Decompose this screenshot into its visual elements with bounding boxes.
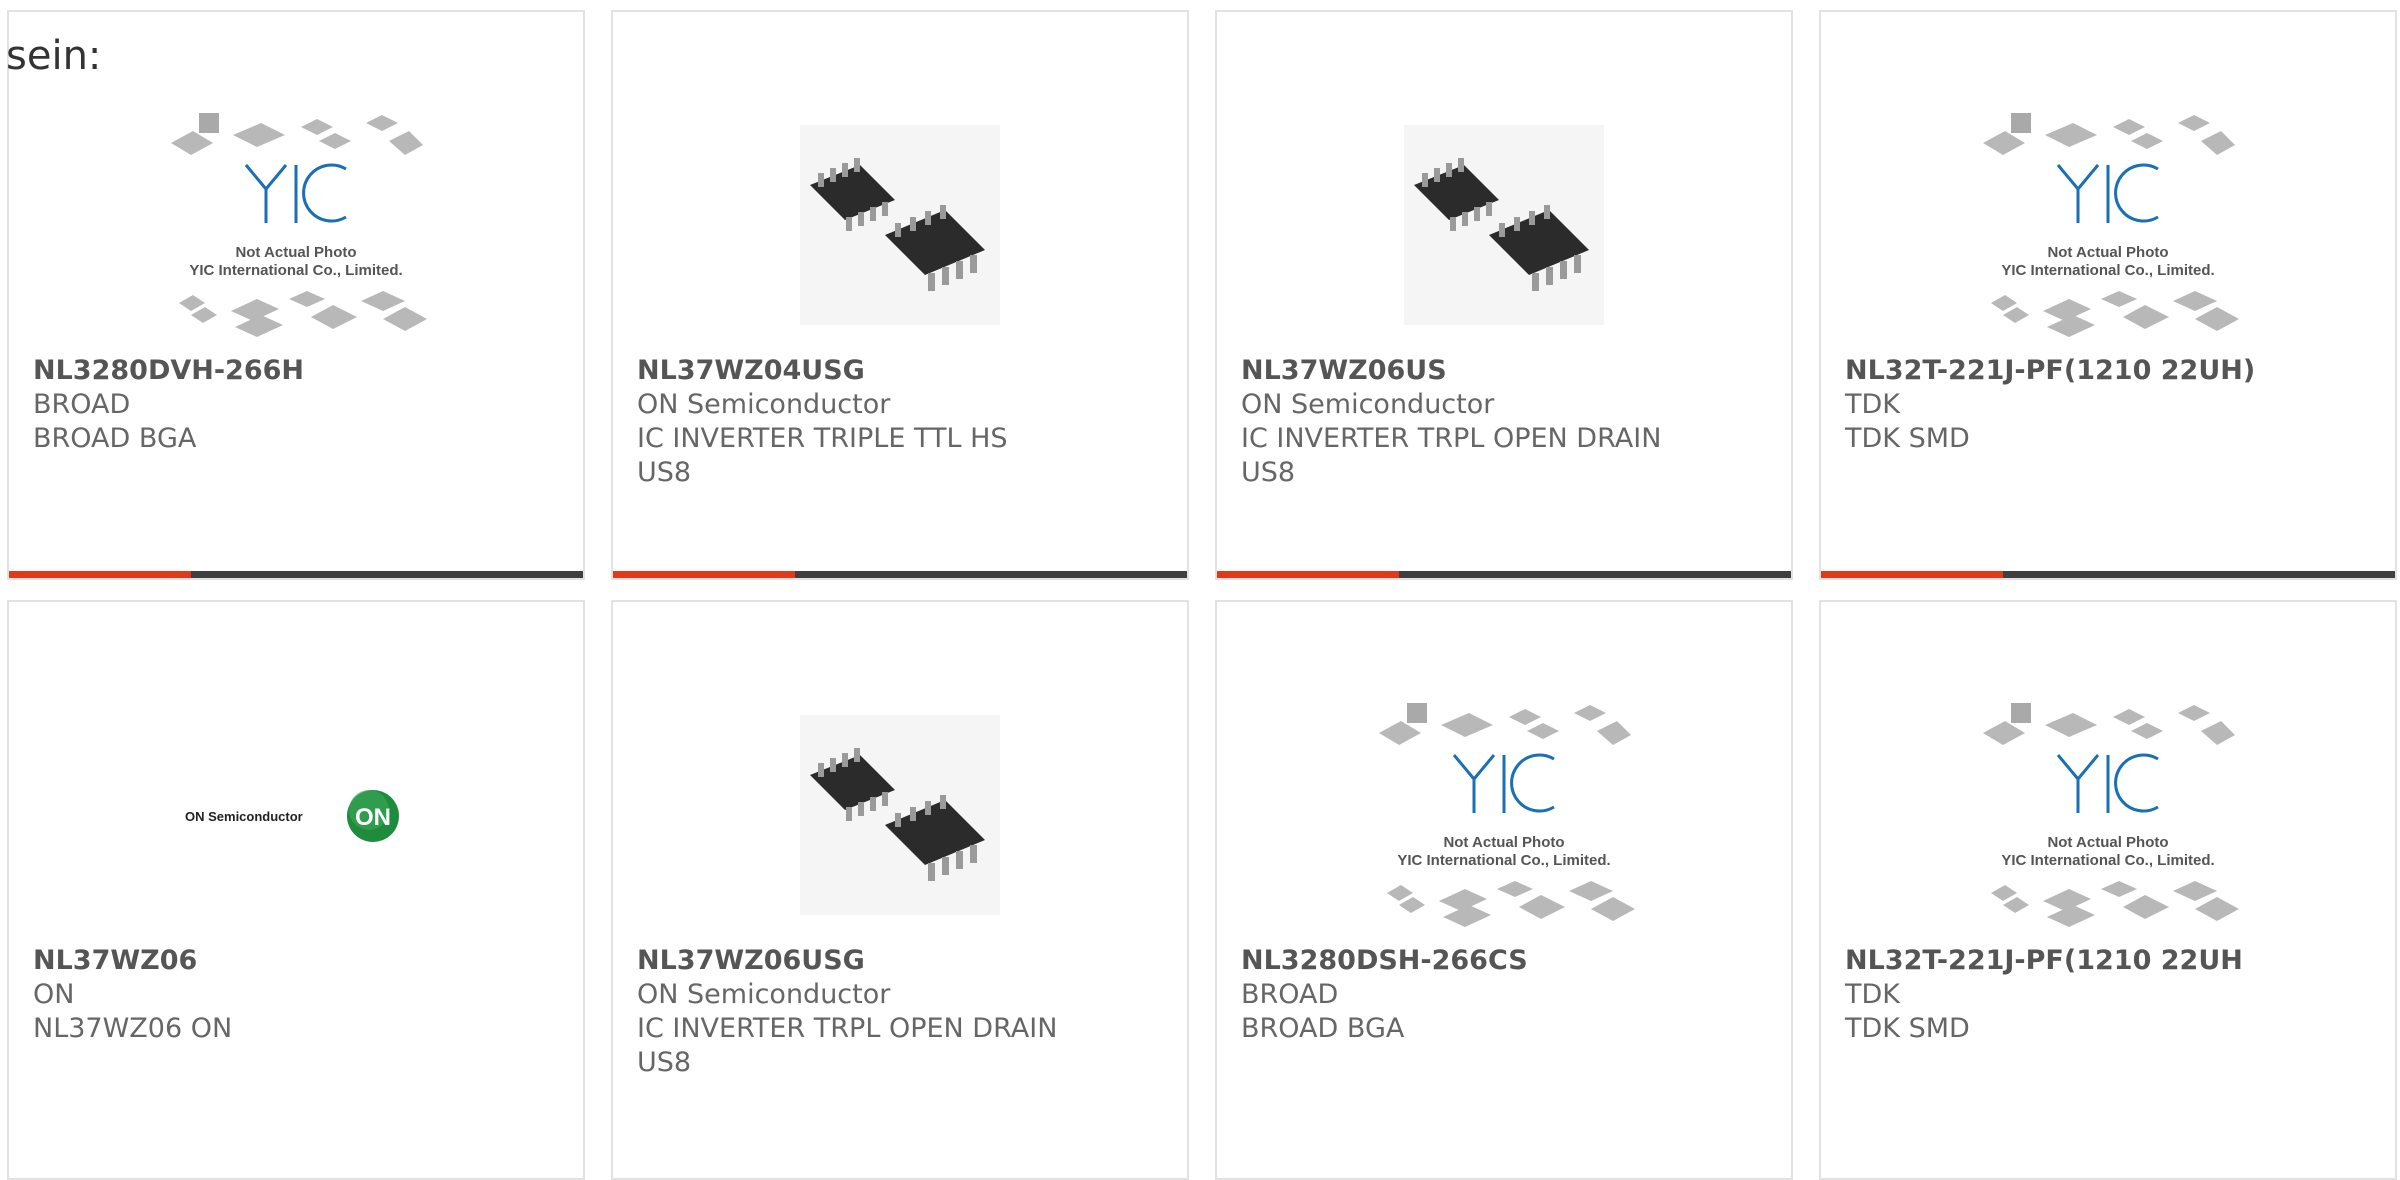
manufacturer: TDK bbox=[1845, 979, 1900, 1010]
product-card[interactable]: NL37WZ06US ON Semiconductor IC INVERTER … bbox=[1215, 10, 1793, 580]
page-heading: sein: bbox=[6, 33, 102, 79]
yic-placeholder-icon: Not Actual Photo YIC International Co., … bbox=[1983, 703, 2239, 927]
description: NL37WZ06 ON bbox=[33, 1013, 233, 1044]
svg-text:Not Actual Photo: Not Actual Photo bbox=[235, 244, 356, 261]
svg-text:ON: ON bbox=[355, 804, 391, 831]
product-card[interactable]: ON Semiconductor ON NL37WZ06 ON NL37WZ06… bbox=[7, 600, 585, 1180]
manufacturer: ON Semiconductor bbox=[637, 389, 891, 420]
product-card[interactable]: Not Actual Photo YIC International Co., … bbox=[7, 10, 585, 580]
svg-text:Not Actual Photo: Not Actual Photo bbox=[2047, 244, 2168, 261]
manufacturer: TDK bbox=[1845, 389, 1900, 420]
product-image[interactable]: Not Actual Photo YIC International Co., … bbox=[9, 90, 583, 360]
product-image[interactable]: ON Semiconductor ON bbox=[9, 680, 583, 950]
yic-placeholder-icon: Not Actual Photo YIC International Co., … bbox=[1983, 113, 2239, 337]
product-image[interactable] bbox=[613, 90, 1187, 360]
description: IC INVERTER TRPL OPEN DRAIN US8 bbox=[637, 1013, 1058, 1078]
product-image[interactable]: Not Actual Photo YIC International Co., … bbox=[1217, 680, 1791, 950]
svg-text:YIC International Co., Limited: YIC International Co., Limited. bbox=[2001, 852, 2214, 869]
svg-text:YIC International Co., Limited: YIC International Co., Limited. bbox=[189, 262, 402, 279]
description: TDK SMD bbox=[1845, 423, 1970, 454]
part-number[interactable]: NL37WZ06US bbox=[1241, 354, 1767, 388]
manufacturer: ON bbox=[33, 979, 75, 1010]
svg-text:Not Actual Photo: Not Actual Photo bbox=[1443, 834, 1564, 851]
part-number[interactable]: NL3280DSH-266CS bbox=[1241, 944, 1767, 978]
product-card[interactable]: NL37WZ06USG ON Semiconductor IC INVERTER… bbox=[611, 600, 1189, 1180]
product-grid: Not Actual Photo YIC International Co., … bbox=[0, 0, 2400, 1180]
manufacturer: BROAD bbox=[33, 389, 131, 420]
svg-text:ON Semiconductor: ON Semiconductor bbox=[185, 809, 303, 824]
part-number[interactable]: NL32T-221J-PF(1210 22UH bbox=[1845, 944, 2371, 978]
yic-placeholder-icon: Not Actual Photo YIC International Co., … bbox=[1379, 703, 1635, 927]
description: BROAD BGA bbox=[1241, 1013, 1405, 1044]
manufacturer: ON Semiconductor bbox=[637, 979, 891, 1010]
description: BROAD BGA bbox=[33, 423, 197, 454]
on-semiconductor-logo: ON Semiconductor ON bbox=[185, 790, 399, 842]
description: IC INVERTER TRIPLE TTL HS US8 bbox=[637, 423, 1008, 488]
yic-placeholder-icon: Not Actual Photo YIC International Co., … bbox=[171, 113, 427, 337]
ic-chip-icon bbox=[800, 715, 1000, 915]
svg-text:YIC International Co., Limited: YIC International Co., Limited. bbox=[2001, 262, 2214, 279]
product-card[interactable]: Not Actual Photo YIC International Co., … bbox=[1819, 600, 2397, 1180]
description: TDK SMD bbox=[1845, 1013, 1970, 1044]
part-number[interactable]: NL3280DVH-266H bbox=[33, 354, 559, 388]
product-image[interactable]: Not Actual Photo YIC International Co., … bbox=[1821, 680, 2395, 950]
product-card[interactable]: Not Actual Photo YIC International Co., … bbox=[1215, 600, 1793, 1180]
part-number[interactable]: NL37WZ06 bbox=[33, 944, 559, 978]
product-image[interactable] bbox=[613, 680, 1187, 950]
card-accent-bar bbox=[1821, 571, 2395, 578]
card-accent-bar bbox=[1217, 571, 1791, 578]
svg-text:Not Actual Photo: Not Actual Photo bbox=[2047, 834, 2168, 851]
part-number[interactable]: NL37WZ04USG bbox=[637, 354, 1163, 388]
manufacturer: BROAD bbox=[1241, 979, 1339, 1010]
svg-text:YIC International Co., Limited: YIC International Co., Limited. bbox=[1397, 852, 1610, 869]
description: IC INVERTER TRPL OPEN DRAIN US8 bbox=[1241, 423, 1662, 488]
part-number[interactable]: NL32T-221J-PF(1210 22UH) bbox=[1845, 354, 2371, 388]
card-accent-bar bbox=[613, 571, 1187, 578]
card-accent-bar bbox=[9, 571, 583, 578]
product-image[interactable] bbox=[1217, 90, 1791, 360]
manufacturer: ON Semiconductor bbox=[1241, 389, 1495, 420]
product-card[interactable]: Not Actual Photo YIC International Co., … bbox=[1819, 10, 2397, 580]
ic-chip-icon bbox=[800, 125, 1000, 325]
part-number[interactable]: NL37WZ06USG bbox=[637, 944, 1163, 978]
ic-chip-icon bbox=[1404, 125, 1604, 325]
product-card[interactable]: NL37WZ04USG ON Semiconductor IC INVERTER… bbox=[611, 10, 1189, 580]
product-image[interactable]: Not Actual Photo YIC International Co., … bbox=[1821, 90, 2395, 360]
